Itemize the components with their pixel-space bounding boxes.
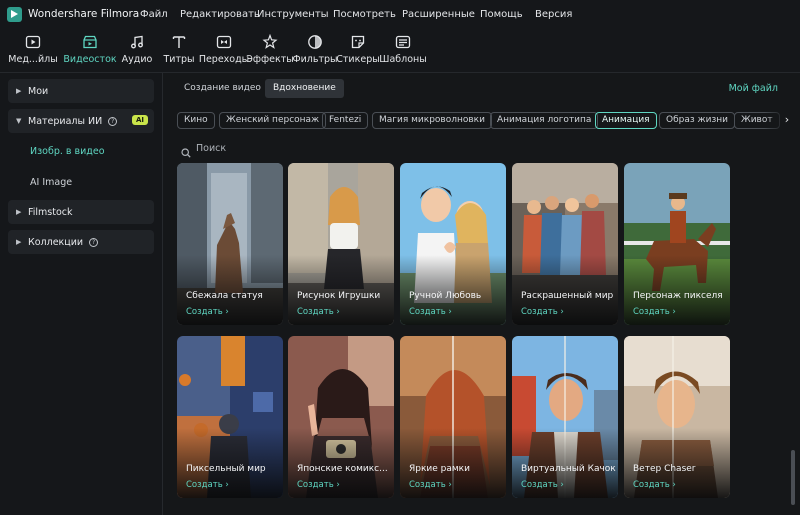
toolbar-transitions[interactable]: Переходы: [199, 33, 249, 69]
template-card[interactable]: Рисунок Игрушки Создать ›: [288, 163, 394, 325]
toolbar-stickers[interactable]: Стикеры: [336, 33, 380, 69]
sidebar-group-filmstock[interactable]: ▶ Filmstock: [8, 200, 154, 224]
create-link[interactable]: Создать ›: [521, 307, 564, 317]
toolbar-effects[interactable]: Эффекты: [246, 33, 294, 69]
sidebar-group-ai-materials[interactable]: ▼ Материалы ИИ ? AI: [8, 109, 154, 133]
help-icon[interactable]: ?: [89, 237, 99, 247]
toolbar-audio[interactable]: Аудио: [120, 33, 154, 69]
card-title: Персонаж пикселя: [633, 291, 723, 301]
help-icon[interactable]: ?: [108, 116, 118, 126]
templates-icon: [394, 33, 412, 51]
card-title: Виртуальный Качок: [521, 464, 616, 474]
chevron-right-icon[interactable]: ›: [778, 111, 796, 129]
sidebar-item-ai-image[interactable]: AI Image: [30, 177, 72, 188]
toolbar-templates[interactable]: Шаблоны: [379, 33, 427, 69]
media-icon: [24, 33, 42, 51]
menu-file[interactable]: Файл: [140, 9, 168, 20]
menu-view[interactable]: Посмотреть: [333, 9, 396, 20]
chip-logo-animation[interactable]: Анимация логотипа: [490, 112, 599, 129]
menu-tools[interactable]: Инструменты: [257, 9, 329, 20]
sidebar: ▶ Мои ▼ Материалы ИИ ? AI Изобр. в видео…: [0, 73, 163, 515]
caret-down-icon: ▼: [16, 117, 22, 125]
sidebar-item-image-to-video[interactable]: Изобр. в видео: [30, 146, 105, 157]
search-icon: [181, 143, 191, 162]
filmora-logo-icon: [7, 7, 22, 22]
scrollbar-track[interactable]: [790, 160, 796, 500]
template-card[interactable]: Сбежала статуя Создать ›: [177, 163, 283, 325]
transitions-icon: [215, 33, 233, 51]
toolbar-stock-video[interactable]: Видеосток: [63, 33, 117, 69]
effects-icon: [261, 33, 279, 51]
toolbar-filters[interactable]: Фильтры: [292, 33, 338, 69]
tab-create-video[interactable]: Создание видео: [176, 79, 269, 98]
menu-help[interactable]: Помощь: [480, 9, 523, 20]
card-title: Яркие рамки: [409, 464, 470, 474]
menu-edit[interactable]: Редактировать: [180, 9, 260, 20]
create-link[interactable]: Создать ›: [521, 480, 564, 490]
chip-animation[interactable]: Анимация: [595, 112, 657, 129]
title-bar: Wondershare Filmora Файл Редактировать И…: [0, 0, 800, 30]
menu-version[interactable]: Версия: [535, 9, 572, 20]
scrollbar-thumb[interactable]: [791, 450, 795, 505]
card-title: Раскрашенный мир: [521, 291, 614, 301]
template-card[interactable]: Пиксельный мир Создать ›: [177, 336, 283, 498]
toolbar: Мед...йлы Видеосток Аудио Титры Переходы…: [0, 30, 800, 72]
chip-fentezi[interactable]: Fentezi: [322, 112, 369, 129]
chip-microwave-magic[interactable]: Магия микроволновки: [372, 112, 492, 129]
toolbar-media[interactable]: Мед...йлы: [7, 33, 59, 69]
caret-right-icon: ▶: [16, 238, 22, 246]
card-title: Ветер Chaser: [633, 464, 696, 474]
sidebar-group-mine[interactable]: ▶ Мои: [8, 79, 154, 103]
create-link[interactable]: Создать ›: [186, 307, 229, 317]
create-link[interactable]: Создать ›: [409, 307, 452, 317]
chip-lifestyle[interactable]: Образ жизни: [659, 112, 735, 129]
stock-video-icon: [81, 33, 99, 51]
card-title: Сбежала статуя: [186, 291, 263, 301]
template-card[interactable]: Ветер Chaser Создать ›: [624, 336, 730, 498]
template-card[interactable]: Яркие рамки Создать ›: [400, 336, 506, 498]
filters-icon: [306, 33, 324, 51]
create-link[interactable]: Создать ›: [297, 480, 340, 490]
create-link[interactable]: Создать ›: [633, 307, 676, 317]
menu-advanced[interactable]: Расширенные: [402, 9, 475, 20]
toolbar-titles[interactable]: Титры: [162, 33, 196, 69]
create-link[interactable]: Создать ›: [409, 480, 452, 490]
create-link[interactable]: Создать ›: [633, 480, 676, 490]
sidebar-group-collections[interactable]: ▶ Коллекции ?: [8, 230, 154, 254]
audio-icon: [128, 33, 146, 51]
card-title: Японские комикс...: [297, 464, 388, 474]
ai-badge: AI: [131, 115, 148, 125]
template-card[interactable]: Японские комикс... Создать ›: [288, 336, 394, 498]
caret-right-icon: ▶: [16, 208, 22, 216]
card-title: Рисунок Игрушки: [297, 291, 381, 301]
card-title: Ручной Любовь: [409, 291, 482, 301]
template-card[interactable]: Раскрашенный мир Создать ›: [512, 163, 618, 325]
tab-inspiration[interactable]: Вдохновение: [265, 79, 344, 98]
template-card[interactable]: Ручной Любовь Создать ›: [400, 163, 506, 325]
chip-cinema[interactable]: Кино: [177, 112, 215, 129]
stickers-icon: [349, 33, 367, 51]
search-input[interactable]: [194, 139, 394, 157]
template-card[interactable]: Персонаж пикселя Создать ›: [624, 163, 730, 325]
titles-icon: [170, 33, 188, 51]
create-link[interactable]: Создать ›: [297, 307, 340, 317]
main-panel: Создание видео Вдохновение Мой файл Кино…: [164, 73, 800, 515]
card-title: Пиксельный мир: [186, 464, 266, 474]
caret-right-icon: ▶: [16, 87, 22, 95]
chip-female-character[interactable]: Женский персонаж: [219, 112, 327, 129]
app-title: Wondershare Filmora: [28, 8, 140, 20]
create-link[interactable]: Создать ›: [186, 480, 229, 490]
template-card[interactable]: Виртуальный Качок Создать ›: [512, 336, 618, 498]
my-file-link[interactable]: Мой файл: [729, 83, 778, 94]
